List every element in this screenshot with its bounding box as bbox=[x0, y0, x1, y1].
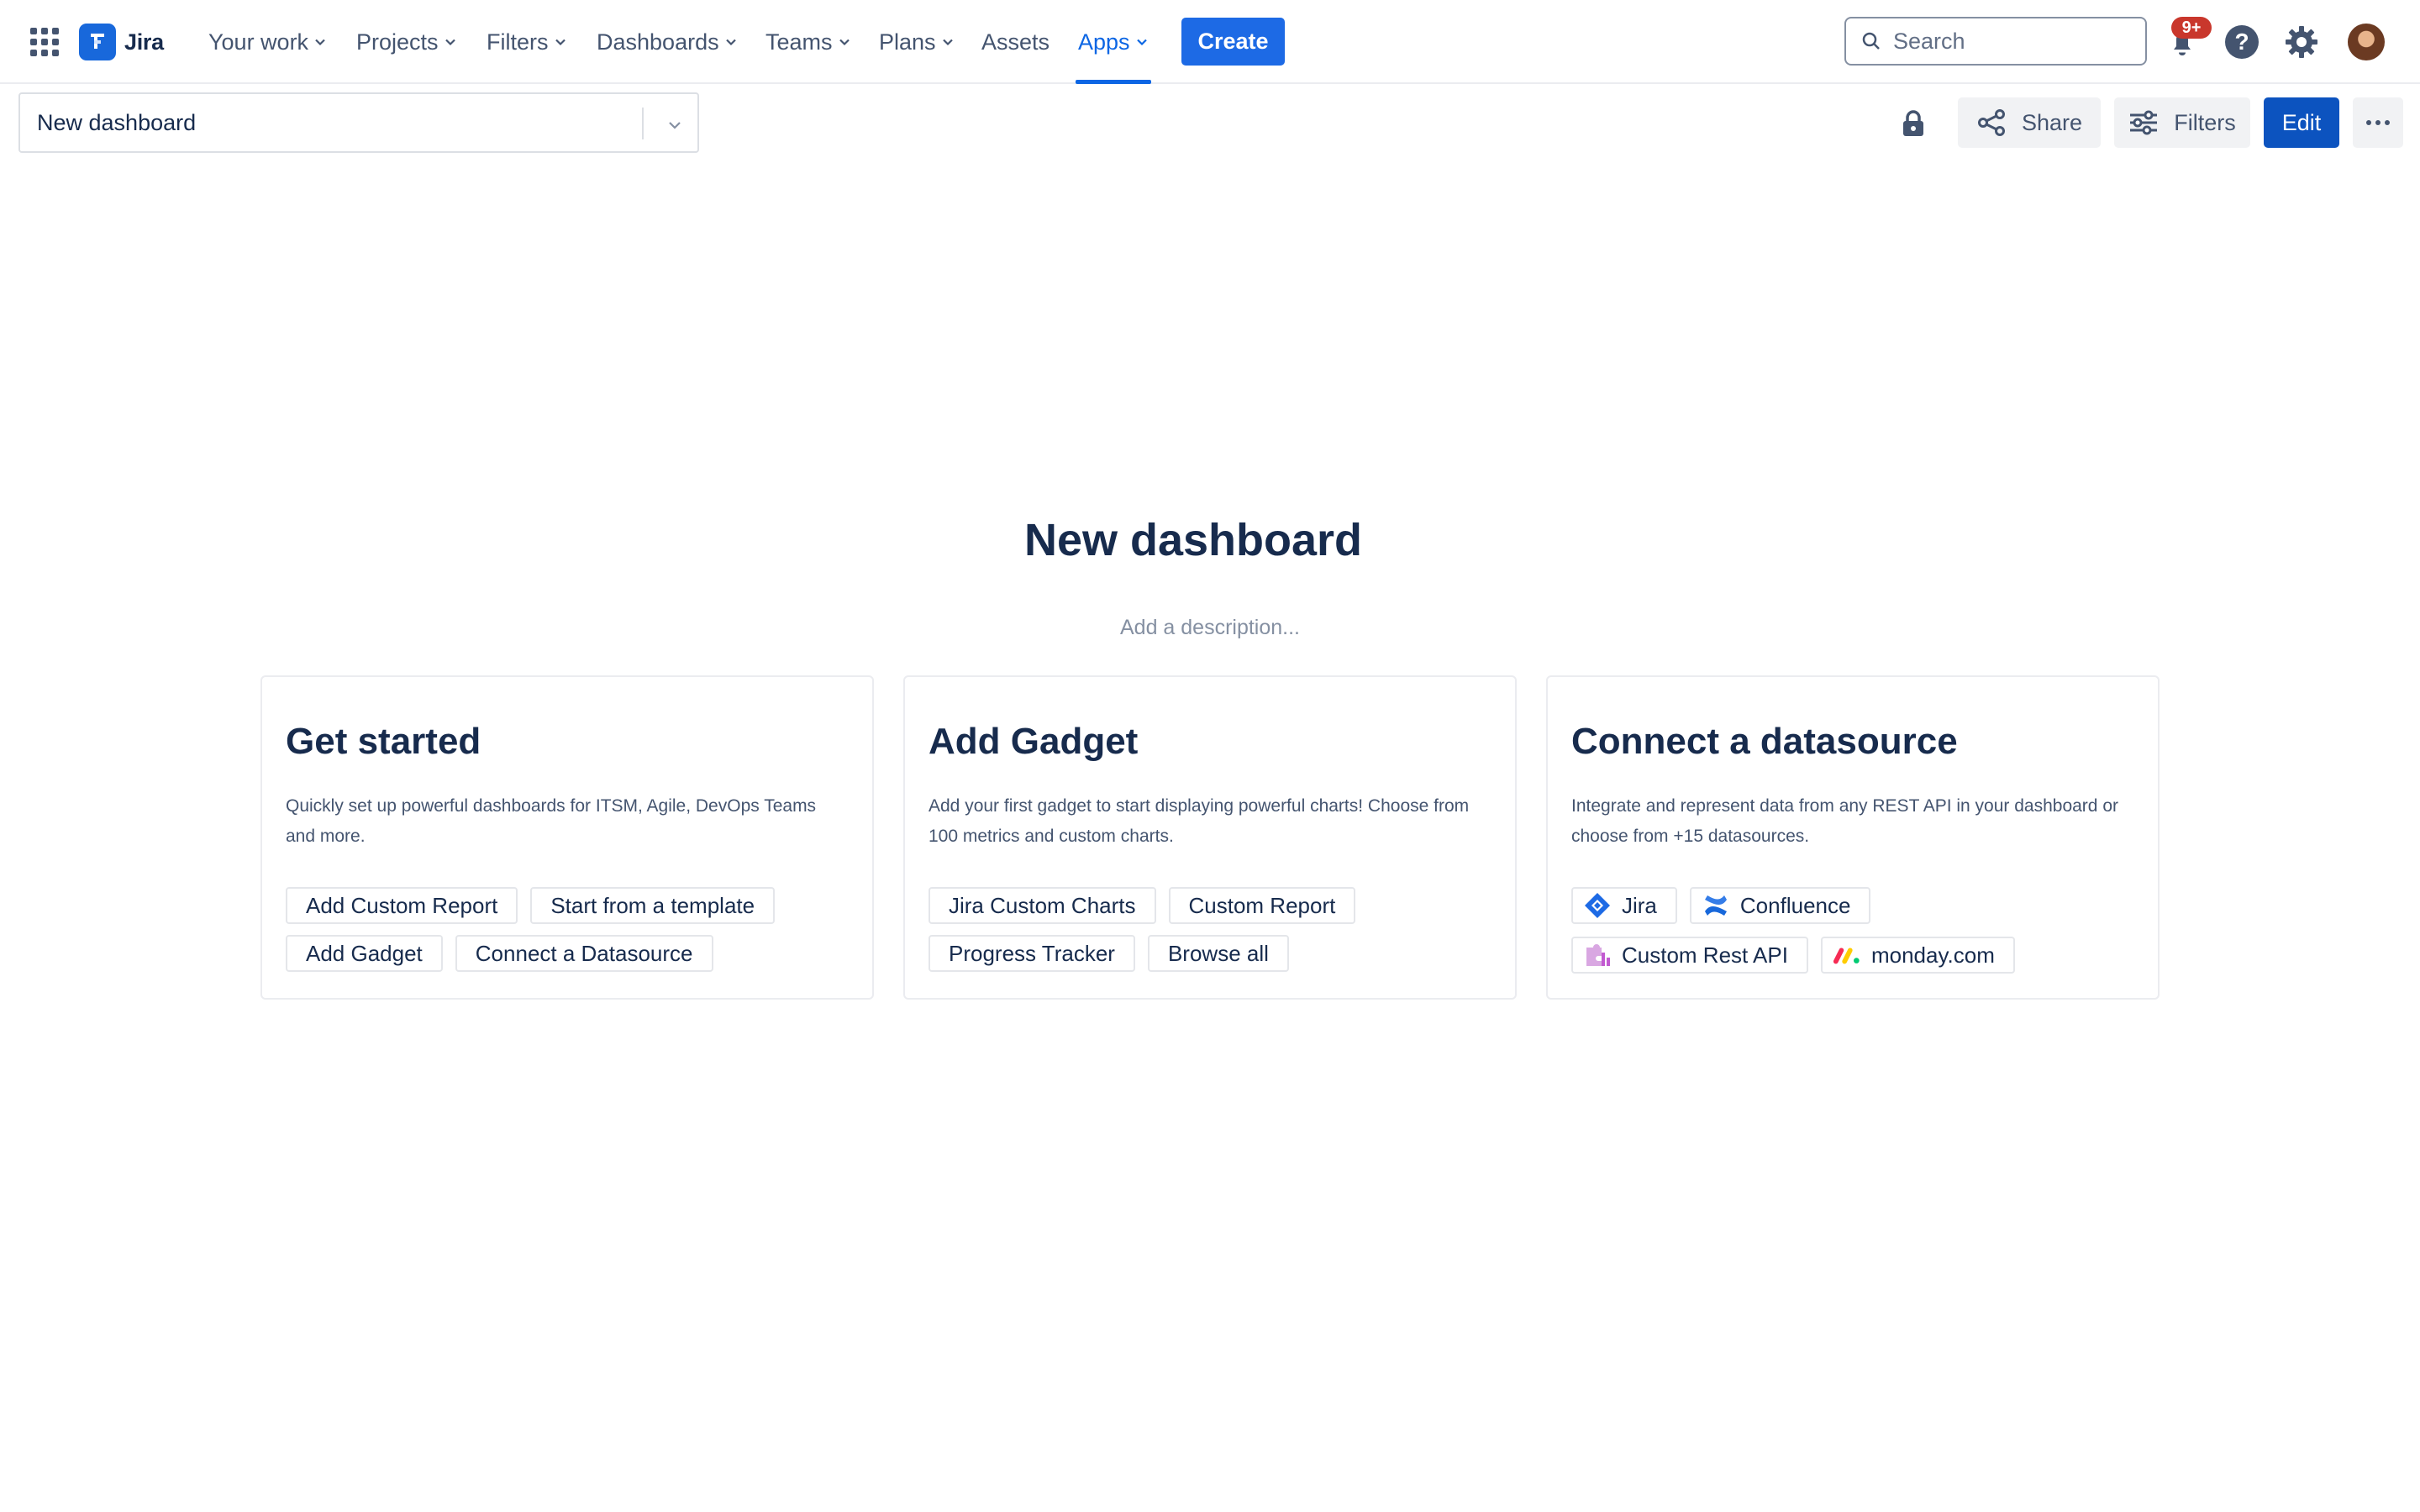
confluence-datasource-button[interactable]: Confluence bbox=[1689, 887, 1871, 924]
connect-datasource-button[interactable]: Connect a Datasource bbox=[455, 935, 713, 972]
chevron-down-icon bbox=[942, 39, 953, 46]
monday-datasource-button[interactable]: monday.com bbox=[1820, 937, 2015, 974]
nav-label: Assets bbox=[981, 29, 1050, 55]
card-title: Add Gadget bbox=[929, 721, 1139, 762]
nav-filters[interactable]: Filters bbox=[487, 24, 567, 60]
jira-logo-icon bbox=[79, 24, 116, 60]
monday-logo-icon bbox=[1833, 941, 1861, 969]
user-avatar[interactable] bbox=[2348, 24, 2385, 60]
nav-assets[interactable]: Assets bbox=[981, 24, 1050, 60]
dashboard-select-value: New dashboard bbox=[37, 109, 197, 135]
nav-your-work[interactable]: Your work bbox=[208, 24, 327, 60]
add-custom-report-button[interactable]: Add Custom Report bbox=[286, 887, 518, 924]
dashboard-title[interactable]: New dashboard bbox=[0, 514, 2386, 566]
chevron-down-icon bbox=[555, 39, 566, 46]
card-description: Integrate and represent data from any RE… bbox=[1571, 796, 2118, 846]
app-switcher-icon[interactable] bbox=[30, 28, 59, 56]
browse-all-button[interactable]: Browse all bbox=[1147, 935, 1289, 972]
search-placeholder: Search bbox=[1893, 28, 1965, 54]
jira-custom-charts-button[interactable]: Jira Custom Charts bbox=[929, 887, 1156, 924]
nav-label: Plans bbox=[879, 29, 936, 55]
select-separator bbox=[642, 108, 644, 139]
chip-label: Jira bbox=[1622, 892, 1657, 918]
nav-label: Your work bbox=[208, 29, 309, 55]
chip-label: Confluence bbox=[1739, 892, 1851, 918]
chevron-down-icon bbox=[315, 39, 325, 46]
description-placeholder[interactable]: Add a description... bbox=[0, 616, 2420, 640]
nav-teams[interactable]: Teams bbox=[765, 24, 851, 60]
nav-apps[interactable]: Apps bbox=[1078, 24, 1149, 60]
confluence-icon bbox=[1702, 891, 1730, 920]
active-tab-indicator bbox=[1076, 80, 1151, 84]
dashboard-select[interactable]: New dashboard bbox=[18, 92, 699, 153]
connect-datasource-card: Connect a datasource Integrate and repre… bbox=[1546, 675, 2160, 1000]
nav-plans[interactable]: Plans bbox=[879, 24, 955, 60]
settings-gear-icon[interactable] bbox=[2284, 24, 2319, 60]
jira-datasource-button[interactable]: Jira bbox=[1571, 887, 1677, 924]
filters-button[interactable]: Filters bbox=[2114, 97, 2250, 148]
more-actions-icon[interactable] bbox=[2353, 97, 2403, 148]
get-started-card: Get started Quickly set up powerful dash… bbox=[260, 675, 874, 1000]
share-icon bbox=[1977, 109, 2005, 136]
chevron-down-icon bbox=[445, 39, 455, 46]
create-button[interactable]: Create bbox=[1181, 18, 1285, 66]
filters-label: Filters bbox=[2174, 109, 2236, 135]
card-description: Add your first gadget to start displayin… bbox=[929, 796, 1470, 846]
jira-diamond-icon bbox=[1583, 891, 1612, 920]
nav-label: Apps bbox=[1078, 29, 1130, 55]
card-description: Quickly set up powerful dashboards for I… bbox=[286, 796, 817, 846]
add-gadget-button[interactable]: Add Gadget bbox=[286, 935, 443, 972]
sliders-icon bbox=[2130, 110, 2158, 135]
search-input[interactable]: Search bbox=[1844, 17, 2147, 66]
notification-badge: 9+ bbox=[2171, 17, 2212, 39]
lock-icon[interactable] bbox=[1901, 109, 1926, 138]
share-button[interactable]: Share bbox=[1958, 97, 2101, 148]
card-title: Get started bbox=[286, 721, 481, 762]
custom-report-button[interactable]: Custom Report bbox=[1168, 887, 1356, 924]
progress-tracker-button[interactable]: Progress Tracker bbox=[929, 935, 1135, 972]
jira-logo[interactable]: Jira bbox=[79, 24, 164, 60]
search-icon bbox=[1862, 32, 1880, 50]
nav-label: Teams bbox=[765, 29, 833, 55]
chip-label: Custom Rest API bbox=[1622, 942, 1788, 968]
nav-label: Dashboards bbox=[597, 29, 719, 55]
nav-label: Projects bbox=[356, 29, 439, 55]
chevron-down-icon bbox=[1136, 39, 1147, 46]
add-gadget-card: Add Gadget Add your first gadget to star… bbox=[903, 675, 1517, 1000]
chevron-down-icon bbox=[839, 39, 850, 46]
help-icon[interactable]: ? bbox=[2225, 25, 2259, 59]
top-navigation: Jira Your work Projects Filters Dashboar… bbox=[0, 0, 2420, 84]
custom-rest-api-button[interactable]: Custom Rest API bbox=[1571, 937, 1808, 974]
nav-label: Filters bbox=[487, 29, 549, 55]
api-puzzle-icon bbox=[1583, 941, 1612, 969]
nav-projects[interactable]: Projects bbox=[356, 24, 457, 60]
chevron-down-icon bbox=[725, 39, 736, 46]
chip-label: monday.com bbox=[1870, 942, 1995, 968]
logo-text: Jira bbox=[124, 29, 164, 55]
nav-dashboards[interactable]: Dashboards bbox=[597, 24, 738, 60]
start-from-template-button[interactable]: Start from a template bbox=[530, 887, 776, 924]
edit-button[interactable]: Edit bbox=[2264, 97, 2339, 148]
card-title: Connect a datasource bbox=[1571, 721, 1958, 762]
chevron-down-icon[interactable] bbox=[666, 116, 684, 134]
share-label: Share bbox=[2021, 109, 2083, 135]
